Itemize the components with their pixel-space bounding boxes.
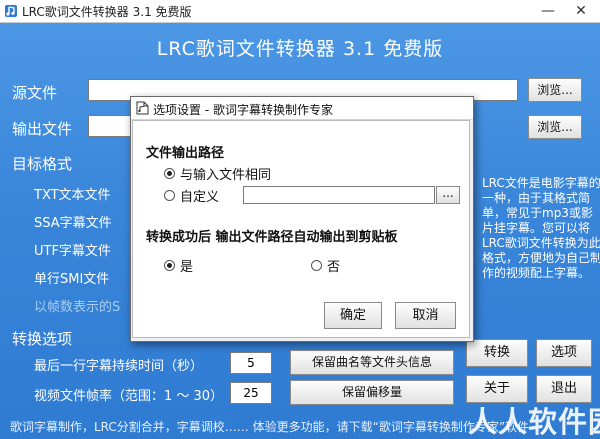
options-dialog: 选项设置 - 歌词字幕转换制作专家 文件输出路径 与输入文件相同 自定义 ...… [130, 96, 474, 342]
custom-path-browse-button[interactable]: ... [436, 186, 460, 204]
watermark-logo: 人人软件园 [468, 405, 600, 439]
clipboard-yes-radio[interactable] [164, 260, 175, 271]
source-file-label: 源文件 [12, 84, 58, 102]
convert-button[interactable]: 转换 [466, 339, 528, 367]
dialog-title: 选项设置 - 歌词字幕转换制作专家 [153, 103, 333, 117]
same-as-input-radio[interactable] [164, 168, 175, 179]
format-txt-option[interactable]: TXT文本文件 [34, 184, 111, 203]
dialog-ok-button[interactable]: 确定 [324, 302, 382, 329]
output-path-heading: 文件输出路径 [146, 146, 225, 161]
clipboard-heading: 转换成功后 输出文件路径自动输出到剪贴板 [146, 230, 398, 245]
close-button[interactable]: ✕ [566, 0, 596, 22]
keep-header-button[interactable]: 保留曲名等文件头信息 [290, 350, 454, 375]
target-format-label: 目标格式 [12, 155, 73, 173]
clipboard-no-label[interactable]: 否 [327, 256, 340, 275]
custom-path-radio[interactable] [164, 190, 175, 201]
convert-options-label: 转换选项 [12, 330, 73, 348]
dialog-title-bar: 选项设置 - 歌词字幕转换制作专家 [131, 97, 473, 120]
clipboard-yes-label[interactable]: 是 [180, 256, 193, 275]
last-line-duration-input[interactable]: 5 [230, 352, 272, 374]
format-utf-option[interactable]: UTF字幕文件 [34, 240, 111, 259]
document-icon [136, 101, 149, 115]
format-frames-option[interactable]: 以帧数表示的S [34, 296, 120, 315]
output-browse-button[interactable]: 浏览... [528, 115, 582, 139]
clipboard-no-radio[interactable] [311, 260, 322, 271]
title-bar: LRC歌词文件转换器 3.1 免费版 — ✕ [0, 0, 600, 23]
format-description: LRC文件是电影字幕的一种，由于其格式简单，常见于mp3或影片挂字幕。您可以将L… [482, 176, 600, 280]
frame-rate-label: 视频文件帧率（范围：1 ～ 30） [34, 389, 224, 404]
dialog-body: 文件输出路径 与输入文件相同 自定义 ... 转换成功后 输出文件路径自动输出到… [132, 120, 470, 338]
custom-path-label[interactable]: 自定义 [180, 186, 219, 205]
app-icon [5, 5, 17, 17]
frame-rate-input[interactable]: 25 [230, 382, 272, 404]
custom-path-input[interactable] [243, 186, 435, 204]
keep-offset-button[interactable]: 保留偏移量 [290, 380, 454, 405]
footer-promo-text: 歌词字幕制作，LRC分割合并，字幕调校…… 体验更多功能，请下载“歌词字幕转换制… [10, 420, 530, 434]
same-as-input-label[interactable]: 与输入文件相同 [180, 164, 271, 183]
options-button[interactable]: 选项 [536, 339, 592, 367]
minimize-button[interactable]: — [533, 0, 563, 22]
app-heading: LRC歌词文件转换器 3.1 免费版 [156, 38, 444, 60]
dialog-cancel-button[interactable]: 取消 [395, 302, 456, 329]
output-file-label: 输出文件 [12, 120, 73, 138]
window-title: LRC歌词文件转换器 3.1 免费版 [22, 5, 192, 19]
last-line-duration-label: 最后一行字幕持续时间（秒） [34, 359, 204, 374]
source-browse-button[interactable]: 浏览... [528, 78, 582, 102]
format-ssa-option[interactable]: SSA字幕文件 [34, 212, 112, 231]
format-smi-option[interactable]: 单行SMI文件 [34, 268, 109, 287]
main-window: LRC歌词文件转换器 3.1 免费版 — ✕ LRC歌词文件转换器 3.1 免费… [0, 0, 600, 439]
